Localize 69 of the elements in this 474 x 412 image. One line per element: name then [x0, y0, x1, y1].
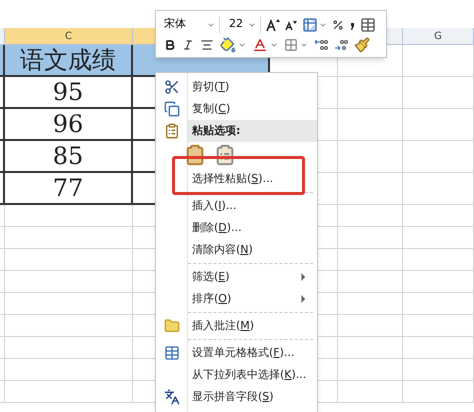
column-header[interactable]: G — [403, 28, 474, 45]
increase-decimal-icon[interactable] — [314, 38, 328, 50]
phonetic-icon — [164, 389, 180, 405]
bold-icon[interactable] — [164, 38, 176, 50]
table-cell — [403, 271, 474, 293]
table-cell — [338, 77, 403, 109]
table-cell — [403, 337, 474, 359]
menu-item[interactable]: 复制(C) — [188, 98, 317, 120]
grow-font-icon[interactable] — [266, 18, 280, 32]
menu-section-header: 粘贴选项: — [188, 120, 317, 142]
table-cell — [403, 45, 474, 77]
table-cell: 95 — [5, 77, 133, 109]
menu-item[interactable]: 筛选(E) — [188, 266, 317, 288]
clipboard-icon — [164, 123, 180, 139]
table-cell — [338, 205, 403, 227]
table-cell — [338, 173, 403, 205]
menu-item[interactable]: 插入(I)... — [188, 195, 317, 217]
font-size-dropdown[interactable]: 22 — [225, 16, 261, 34]
table-cell — [403, 293, 474, 315]
font-color-icon[interactable] — [252, 36, 268, 52]
table-cell — [338, 249, 403, 271]
percent-icon[interactable] — [332, 18, 344, 30]
table-cell — [403, 381, 474, 403]
menu-item[interactable]: 剪切(T) — [188, 76, 317, 98]
table-cell — [338, 109, 403, 141]
table-cell — [403, 173, 474, 205]
table-icon — [164, 345, 180, 361]
menu-item[interactable]: 显示拼音字段(S) — [188, 386, 317, 408]
table-cell — [403, 109, 474, 141]
borders-icon[interactable] — [284, 38, 298, 52]
table-cell — [403, 227, 474, 249]
font-dropdown[interactable]: 宋体 — [160, 16, 220, 34]
table-cell — [338, 141, 403, 173]
merge-cells-icon[interactable] — [360, 16, 376, 32]
column-header[interactable]: C — [5, 28, 133, 45]
table-cell — [338, 227, 403, 249]
table-cell — [338, 271, 403, 293]
table-cell — [338, 359, 403, 381]
menu-item[interactable]: 清除内容(N) — [188, 239, 317, 261]
folder-icon — [164, 318, 180, 334]
table-cell — [403, 77, 474, 109]
table-cell — [338, 337, 403, 359]
menu-item[interactable]: 删除(D)... — [188, 217, 317, 239]
table-cell: 96 — [5, 109, 133, 141]
align-center-icon[interactable] — [200, 38, 214, 52]
copy-icon — [164, 101, 180, 117]
scissors-icon — [164, 79, 180, 95]
menu-item[interactable]: 插入批注(M) — [188, 315, 317, 337]
table-cell — [403, 315, 474, 337]
menu-item[interactable]: 从下拉列表中选择(K)... — [188, 364, 317, 386]
shrink-font-icon[interactable] — [285, 18, 297, 30]
table-cell — [403, 141, 474, 173]
table-cell: 85 — [5, 141, 133, 173]
menu-item[interactable]: 设置单元格格式(F)... — [188, 342, 317, 364]
fill-color-icon[interactable] — [220, 36, 236, 52]
table-cell — [403, 205, 474, 227]
table-cell — [338, 293, 403, 315]
table-cell — [403, 249, 474, 271]
decrease-decimal-icon[interactable] — [334, 38, 348, 50]
italic-icon[interactable] — [182, 38, 194, 50]
table-cell — [338, 381, 403, 403]
menu-item[interactable]: 选择性粘贴(S)... — [188, 168, 317, 190]
format-painter-icon[interactable] — [354, 36, 370, 52]
table-cell — [403, 359, 474, 381]
table-cell: 语文成绩 — [5, 45, 133, 77]
table-cell: 77 — [5, 173, 133, 205]
menu-item[interactable]: 排序(O) — [188, 288, 317, 310]
table-cell — [338, 315, 403, 337]
accounting-format-icon[interactable] — [302, 16, 318, 32]
